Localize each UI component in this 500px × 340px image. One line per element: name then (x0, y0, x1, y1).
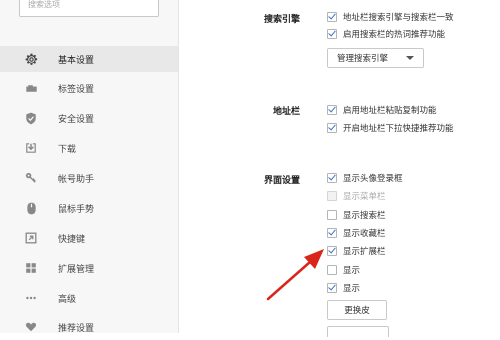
address-bar-title: 地址栏 (272, 107, 300, 117)
tab-icon (24, 81, 38, 95)
option-dropdown-recommend[interactable]: 开启地址栏下拉快捷推荐功能 (327, 121, 454, 134)
dots-icon (24, 291, 38, 305)
sidebar-item-label: 快捷键 (58, 234, 86, 245)
option-show-avatar-login[interactable]: 显示头像登录框 (327, 171, 403, 184)
option-show-favorites-bar[interactable]: 显示收藏栏 (327, 226, 386, 239)
sidebar-item-shortcuts[interactable]: 快捷键 (0, 225, 178, 251)
checkbox[interactable] (327, 264, 337, 275)
option-show-searchbar[interactable]: 显示搜索栏 (327, 208, 386, 221)
sidebar-item-label: 鼠标手势 (58, 204, 95, 215)
checkbox[interactable] (327, 104, 337, 115)
sidebar-item-label: 基本设置 (58, 55, 95, 66)
option-show-6[interactable]: 显示 (327, 263, 360, 276)
sidebar-item-label: 帐号助手 (58, 174, 95, 185)
chevron-down-icon (406, 56, 414, 60)
sidebar-item-label: 扩展管理 (58, 264, 95, 275)
mouse-icon (24, 201, 38, 215)
sidebar-item-recommended[interactable]: 推荐设置 (0, 314, 178, 340)
sidebar-item-extensions[interactable]: 扩展管理 (0, 255, 178, 281)
checkbox[interactable] (327, 245, 337, 256)
option-addressbar-engine-sync[interactable]: 地址栏搜索引擎与搜索栏一致 (327, 10, 454, 23)
search-engine-title: 搜索引擎 (263, 15, 300, 25)
sidebar-item-basic-settings[interactable]: 基本设置 (0, 46, 178, 72)
checkbox[interactable] (327, 172, 337, 183)
grid-icon (24, 261, 38, 275)
checkbox[interactable] (327, 227, 337, 238)
option-paste-copy[interactable]: 启用地址栏粘贴复制功能 (327, 103, 437, 116)
sidebar-item-label: 推荐设置 (58, 323, 95, 334)
gear-icon (24, 52, 38, 66)
sidebar-item-security-settings[interactable]: 安全设置 (0, 105, 178, 131)
checkbox[interactable] (327, 122, 337, 133)
checkbox (327, 190, 337, 201)
interface-settings-title: 界面设置 (263, 176, 300, 186)
heart-icon (24, 320, 38, 334)
sidebar-item-label: 标签设置 (58, 84, 95, 95)
sidebar-item-mouse-gestures[interactable]: 鼠标手势 (0, 195, 178, 221)
search-options-box[interactable] (19, 0, 159, 17)
checkbox[interactable] (327, 209, 337, 220)
sidebar-item-label: 高级 (58, 294, 77, 305)
option-hotword-recommend[interactable]: 启用搜索栏的热词推荐功能 (327, 27, 445, 40)
option-show-menubar: 显示菜单栏 (327, 189, 386, 202)
sidebar-item-account-assistant[interactable]: 帐号助手 (0, 165, 178, 191)
shortcut-arrow-icon (24, 231, 38, 245)
download-icon (24, 141, 38, 155)
change-skin-button[interactable]: 更换皮 (327, 300, 387, 320)
sidebar-item-label: 安全设置 (58, 114, 95, 125)
sidebar-item-label: 下载 (58, 144, 77, 155)
sidebar: 基本设置 标签设置 安全设置 下载 帐号助手 鼠标手势 快捷键 (0, 0, 179, 334)
option-show-7[interactable]: 显示 (327, 281, 360, 294)
checkbox[interactable] (327, 282, 337, 293)
option-show-extension-bar[interactable]: 显示扩展栏 (327, 244, 386, 257)
sidebar-item-tab-settings[interactable]: 标签设置 (0, 75, 178, 101)
manage-search-engine-dropdown[interactable]: 管理搜索引擎 (327, 48, 424, 68)
sidebar-item-advanced[interactable]: 高级 (0, 285, 178, 311)
partial-control (327, 326, 389, 337)
key-icon (24, 171, 38, 185)
checkbox[interactable] (327, 28, 337, 39)
checkbox[interactable] (327, 11, 337, 22)
sidebar-item-download[interactable]: 下载 (0, 135, 178, 161)
shield-icon (24, 111, 38, 125)
search-options-input[interactable] (28, 0, 153, 9)
